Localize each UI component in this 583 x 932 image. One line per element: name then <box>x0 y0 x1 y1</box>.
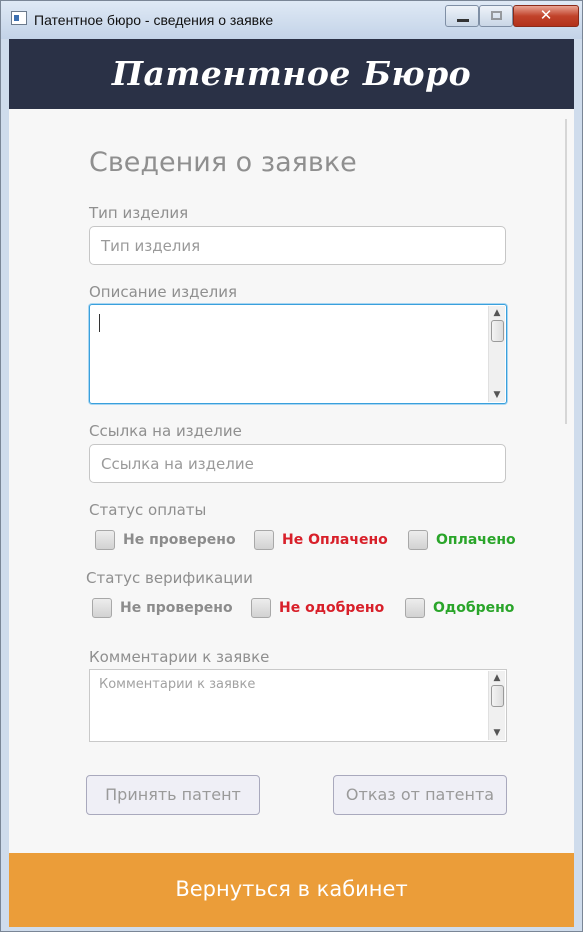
window-title: Патентное бюро - сведения о заявке <box>34 12 274 28</box>
maximize-icon <box>491 11 502 20</box>
scroll-thumb[interactable] <box>491 685 504 707</box>
app-title: Патентное Бюро <box>111 54 472 93</box>
payment-unpaid-label[interactable]: Не Оплачено <box>282 532 388 548</box>
verification-rejected-checkbox[interactable] <box>251 598 271 618</box>
scroll-down-icon[interactable]: ▼ <box>489 388 505 402</box>
comments-scrollbar[interactable]: ▲ ▼ <box>488 671 505 740</box>
description-scrollbar[interactable]: ▲ ▼ <box>488 306 505 402</box>
product-type-input[interactable]: Тип изделия <box>89 226 506 265</box>
scroll-thumb[interactable] <box>491 320 504 342</box>
panel-scrollbar[interactable] <box>565 119 567 424</box>
payment-unpaid-checkbox[interactable] <box>254 530 274 550</box>
payment-status-options: Не проверено Не Оплачено Оплачено <box>9 530 574 554</box>
minimize-button[interactable] <box>445 5 479 27</box>
verification-approved-checkbox[interactable] <box>405 598 425 618</box>
application-details-panel: Сведения о заявке Тип изделия Тип издели… <box>9 109 574 853</box>
payment-not-checked-checkbox[interactable] <box>95 530 115 550</box>
payment-status-label: Статус оплаты <box>89 501 207 519</box>
product-type-placeholder: Тип изделия <box>101 237 201 255</box>
verification-status-label: Статус верификации <box>86 569 253 587</box>
accept-patent-button[interactable]: Принять патент <box>86 775 260 815</box>
payment-not-checked-label[interactable]: Не проверено <box>123 532 236 548</box>
product-type-label: Тип изделия <box>89 204 189 222</box>
scroll-down-icon[interactable]: ▼ <box>489 726 505 740</box>
payment-paid-checkbox[interactable] <box>408 530 428 550</box>
close-icon: ✕ <box>539 6 553 24</box>
back-to-cabinet-label: Вернуться в кабинет <box>175 877 408 901</box>
verification-status-options: Не проверено Не одобрено Одобрено <box>9 598 574 622</box>
maximize-button[interactable] <box>479 5 513 27</box>
back-to-cabinet-button[interactable]: Вернуться в кабинет <box>9 853 574 927</box>
payment-paid-label[interactable]: Оплачено <box>436 532 516 548</box>
page-title: Сведения о заявке <box>89 147 357 178</box>
close-button[interactable]: ✕ <box>513 5 579 27</box>
scroll-up-icon[interactable]: ▲ <box>489 671 505 685</box>
verification-not-checked-label[interactable]: Не проверено <box>120 600 233 616</box>
app-icon <box>11 11 27 25</box>
title-bar[interactable]: Патентное бюро - сведения о заявке ✕ <box>1 1 582 39</box>
text-caret <box>99 314 100 332</box>
verification-rejected-label[interactable]: Не одобрено <box>279 600 384 616</box>
app-header: Патентное Бюро <box>9 39 574 109</box>
product-link-label: Ссылка на изделие <box>89 422 242 440</box>
app-window: Патентное бюро - сведения о заявке ✕ Пат… <box>0 0 583 932</box>
verification-not-checked-checkbox[interactable] <box>92 598 112 618</box>
comments-label: Комментарии к заявке <box>89 648 270 666</box>
verification-approved-label[interactable]: Одобрено <box>433 600 514 616</box>
product-link-placeholder: Ссылка на изделие <box>101 455 254 473</box>
product-description-label: Описание изделия <box>89 283 238 301</box>
product-description-textarea[interactable]: ▲ ▼ <box>89 304 507 404</box>
comments-placeholder: Комментарии к заявке <box>99 677 256 692</box>
minimize-icon <box>457 19 469 22</box>
scroll-up-icon[interactable]: ▲ <box>489 306 505 320</box>
product-link-input[interactable]: Ссылка на изделие <box>89 444 506 483</box>
comments-textarea[interactable]: Комментарии к заявке ▲ ▼ <box>89 669 507 742</box>
reject-patent-button[interactable]: Отказ от патента <box>333 775 507 815</box>
